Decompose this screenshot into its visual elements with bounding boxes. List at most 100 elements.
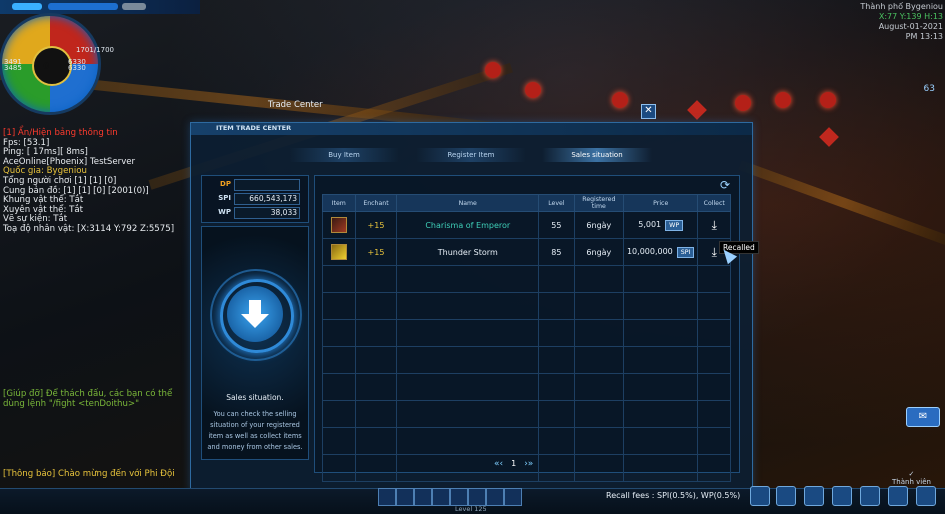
skill-slot[interactable] [468, 488, 486, 506]
item-name: Charisma of Emperor [396, 211, 540, 239]
mail-button[interactable]: ✉ [906, 407, 940, 427]
spi-value: 660,543,173 [234, 193, 300, 205]
item-time: 6ngày [573, 211, 624, 239]
debug-chat: [1] Ẩn/Hiện bảng thông tin Fps: [53.1] P… [3, 128, 175, 235]
skill-slot[interactable] [504, 488, 522, 506]
item-level: 85 [538, 238, 575, 266]
gauge-center [32, 46, 72, 86]
skill-slot[interactable] [396, 488, 414, 506]
tab-sales-situation[interactable]: Sales situation [542, 148, 652, 162]
empty-row [322, 427, 731, 455]
table-header-row: Item Enchant Name Level Registered time … [322, 194, 731, 212]
prev-page-icon[interactable]: «‹ [494, 459, 503, 469]
dp-value [234, 179, 300, 191]
dp-label: DP [220, 180, 231, 188]
item-level: 55 [538, 211, 575, 239]
signal-strength: 63 [923, 84, 935, 94]
time: PM 13:13 [905, 32, 943, 41]
empty-row [322, 319, 731, 347]
location-name: Thành phố Bygeniou [860, 2, 943, 11]
help-chat: [Giúp đỡ] Để thách đấu, các bạn có thể d… [3, 389, 172, 409]
currency-wp: WP 38,033 [205, 206, 305, 219]
table-row[interactable]: +15 Thunder Storm 85 6ngày 10,000,000 SPI… [322, 238, 731, 266]
item-price: 10,000,000 [626, 246, 673, 256]
red-weapon-icon [330, 217, 347, 233]
tab-buy-item[interactable]: Buy Item [289, 148, 399, 162]
page-number: 1 [511, 459, 517, 468]
location-panel: Thành phố Bygeniou X:77 Y:139 H:13 Augus… [860, 2, 943, 42]
col-level: Level [538, 194, 575, 212]
info-description: You can check the selling situation of y… [207, 410, 303, 451]
refresh-icon[interactable]: ⟳ [718, 178, 732, 192]
skill-slot[interactable] [450, 488, 468, 506]
enchant-value: +15 [354, 238, 398, 266]
empty-row [322, 346, 731, 374]
info-title: Sales situation. [226, 393, 284, 402]
col-price: Price [622, 194, 699, 212]
skill-slot[interactable] [486, 488, 504, 506]
support-button[interactable]: ✓ Thành viên [892, 470, 931, 486]
info-panel: Sales situation. You can check the selli… [201, 226, 309, 460]
trade-tabs: Buy Item Register Item Sales situation [194, 148, 746, 162]
search-icon[interactable] [750, 486, 770, 506]
wp-value: 38,033 [234, 207, 300, 219]
next-page-icon[interactable]: ›» [524, 459, 533, 469]
empty-row [322, 265, 731, 293]
skill-slot[interactable] [414, 488, 432, 506]
collect-download-icon[interactable]: ⤓ [712, 245, 717, 259]
close-button[interactable]: ✕ [641, 104, 656, 119]
pagination: «‹ 1 ›» [490, 459, 537, 469]
trade-header-label: ITEM TRADE CENTER [216, 124, 292, 132]
gear-icon[interactable] [916, 486, 936, 506]
date: August-01-2021 [878, 22, 943, 31]
chat-line: dùng lệnh "/fight <tenDoithu>" [3, 398, 140, 409]
currency-dp: DP [205, 178, 305, 191]
support-label: Thành viên [892, 478, 931, 486]
currency-spi: SPI 660,543,173 [205, 192, 305, 205]
recall-fees: Recall fees : SPI(0.5%), WP(0.5%) [606, 491, 741, 500]
notice-line: [Thông báo] Chào mừng đến với Phi Đội [3, 469, 175, 479]
collect-download-icon[interactable]: ⤓ [712, 218, 717, 232]
wp-label: WP [218, 208, 231, 216]
sales-table: Item Enchant Name Level Registered time … [322, 194, 731, 482]
item-name: Thunder Storm [396, 238, 540, 266]
enchant-value: +15 [354, 211, 398, 239]
wing-icon[interactable] [804, 486, 824, 506]
skill-slot[interactable] [378, 488, 396, 506]
item-icon-cell [322, 211, 356, 239]
currency-tag: WP [665, 219, 684, 231]
book-icon[interactable] [860, 486, 880, 506]
currency-tag: SPI [676, 246, 695, 258]
empty-row [322, 292, 731, 320]
status-bar [0, 0, 200, 14]
location-coords: X:77 Y:139 H:13 [878, 12, 943, 21]
table-row[interactable]: +15 Charisma of Emperor 55 6ngày 5,001 WP… [322, 211, 731, 239]
spi-label: SPI [218, 194, 231, 202]
window-title: Trade Center [268, 100, 323, 110]
currency-panel: DP SPI 660,543,173 WP 38,033 [201, 175, 309, 223]
gauge-left-bottom: 3485 [4, 64, 22, 72]
skill-slot[interactable] [432, 488, 450, 506]
character-icon[interactable] [888, 486, 908, 506]
item-icon-cell [322, 238, 356, 266]
yellow-weapon-icon [330, 244, 347, 260]
cube-icon[interactable] [776, 486, 796, 506]
gauge-center-value: 0 [43, 62, 50, 72]
item-time: 6ngày [573, 238, 624, 266]
col-name: Name [396, 194, 540, 212]
trade-header: ITEM TRADE CENTER [191, 123, 752, 135]
item-price-cell: 5,001 WP [622, 211, 699, 239]
empty-row [322, 373, 731, 401]
empty-row [322, 400, 731, 428]
col-enchant: Enchant [354, 194, 398, 212]
chat-line: Toạ độ nhân vật: [X:3114 Y:792 Z:5575] [3, 223, 175, 234]
gauge-hp: 1701/1700 [76, 46, 114, 54]
col-registered-time: Registered time [573, 194, 624, 212]
gauge-right-bottom: 6330 [68, 64, 86, 72]
support-icon: ✓ [908, 470, 915, 478]
tab-register-item[interactable]: Register Item [416, 148, 526, 162]
chat-icon[interactable] [832, 486, 852, 506]
download-icon [227, 286, 283, 342]
collect-cell: ⤓ [697, 211, 731, 239]
col-collect: Collect [697, 194, 731, 212]
